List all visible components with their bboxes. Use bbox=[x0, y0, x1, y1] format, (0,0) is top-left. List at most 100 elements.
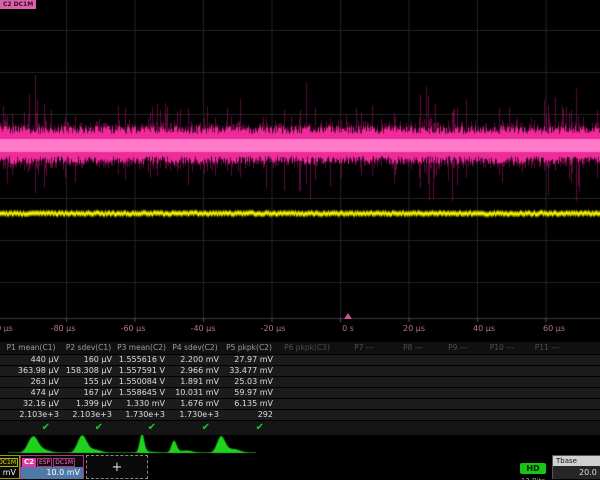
stats-cell bbox=[276, 399, 338, 409]
timebase-descriptor[interactable]: Tbase 20.0 µs/div bbox=[552, 455, 600, 479]
tbase-label: Tbase bbox=[553, 456, 600, 466]
stats-cell bbox=[480, 377, 524, 387]
stats-cell: 440 µV bbox=[0, 355, 62, 365]
c2-channel-label: C2 bbox=[22, 458, 36, 467]
stats-cell bbox=[338, 377, 390, 387]
stats-cell: 1.891 mV bbox=[168, 377, 222, 387]
stats-cell bbox=[276, 377, 338, 387]
status-check-icon bbox=[390, 421, 436, 435]
status-check-icon bbox=[480, 421, 524, 435]
stats-cell: 33.477 mV bbox=[222, 366, 276, 376]
status-check-icon: ✔ bbox=[168, 421, 222, 435]
status-check-icon bbox=[338, 421, 390, 435]
stats-cell: 1.555616 V bbox=[115, 355, 168, 365]
measurement-header-p8[interactable]: P8 --- bbox=[390, 342, 436, 354]
status-check-icon: ✔ bbox=[222, 421, 276, 435]
stats-cell bbox=[338, 410, 390, 420]
stats-cell: 1.557591 V bbox=[115, 366, 168, 376]
stats-cell bbox=[436, 355, 480, 365]
stats-cell bbox=[390, 388, 436, 398]
stats-cell: 25.03 mV bbox=[222, 377, 276, 387]
plus-icon: + bbox=[112, 460, 123, 475]
measurement-header-p5[interactable]: P5 pkpk(C2) bbox=[222, 342, 276, 354]
measurement-header-p6[interactable]: P6 pkpk(C3) bbox=[276, 342, 338, 354]
stats-cell: 1.330 mV bbox=[115, 399, 168, 409]
channel-descriptor-c1[interactable]: DC1M 10.0 mV bbox=[0, 455, 20, 479]
oscilloscope-screen: C2 DC1M -100 µs-80 µs-60 µs-40 µs-20 µs0… bbox=[0, 0, 600, 480]
measurement-header-p3[interactable]: P3 mean(C2) bbox=[115, 342, 168, 354]
stats-cell bbox=[524, 388, 570, 398]
stats-cell: 474 µV bbox=[0, 388, 62, 398]
stats-cell bbox=[480, 410, 524, 420]
time-axis-label: 20 µs bbox=[403, 323, 425, 334]
stats-cell bbox=[524, 355, 570, 365]
stats-cell: 1.676 mV bbox=[168, 399, 222, 409]
stats-cell bbox=[338, 366, 390, 376]
time-axis-label: 60 µs bbox=[543, 323, 565, 334]
stats-cell: 32.16 µV bbox=[0, 399, 62, 409]
stats-cell bbox=[338, 399, 390, 409]
stats-cell: 1.730e+3 bbox=[115, 410, 168, 420]
measurement-header-p9[interactable]: P9 --- bbox=[436, 342, 480, 354]
stats-cell bbox=[524, 366, 570, 376]
tbase-value: 20.0 µs/div bbox=[553, 466, 600, 479]
c2-coupling-badge: DC1M bbox=[53, 458, 75, 467]
time-axis-label: -80 µs bbox=[51, 323, 76, 334]
stats-cell: 1.730e+3 bbox=[168, 410, 222, 420]
stats-cell: 2.103e+3 bbox=[0, 410, 62, 420]
channel-descriptor-c2[interactable]: C2 ESP DC1M 10.0 mV bbox=[20, 455, 84, 479]
stats-cell bbox=[390, 410, 436, 420]
measurement-header-p4[interactable]: P4 sdev(C2) bbox=[168, 342, 222, 354]
stats-cell: 158.308 µV bbox=[62, 366, 115, 376]
stats-cell: 1.399 µV bbox=[62, 399, 115, 409]
status-check-icon bbox=[276, 421, 338, 435]
hd-indicator: HD 12 Bits bbox=[515, 456, 551, 480]
stats-cell bbox=[276, 410, 338, 420]
status-check-icon: ✔ bbox=[0, 421, 62, 435]
c1-vdiv-value: 10.0 mV bbox=[0, 467, 19, 479]
c1-coupling-badge: DC1M bbox=[0, 458, 18, 467]
measurement-header-p1[interactable]: P1 mean(C1) bbox=[0, 342, 62, 354]
time-axis: -100 µs-80 µs-60 µs-40 µs-20 µs0 s20 µs4… bbox=[0, 323, 600, 334]
time-axis-label: -40 µs bbox=[191, 323, 216, 334]
stats-cell bbox=[276, 355, 338, 365]
stats-cell: 10.031 mV bbox=[168, 388, 222, 398]
stats-cell bbox=[276, 388, 338, 398]
trigger-time-marker-icon[interactable] bbox=[344, 313, 352, 319]
stats-cell: 27.97 mV bbox=[222, 355, 276, 365]
status-check-icon bbox=[524, 421, 570, 435]
stats-cell bbox=[436, 399, 480, 409]
stats-cell: 263 µV bbox=[0, 377, 62, 387]
stats-cell bbox=[524, 399, 570, 409]
stats-cell: 155 µV bbox=[62, 377, 115, 387]
stats-cell bbox=[436, 366, 480, 376]
measurement-header-p7[interactable]: P7 --- bbox=[338, 342, 390, 354]
hd-badge: HD bbox=[520, 463, 545, 474]
stats-cell: 2.200 mV bbox=[168, 355, 222, 365]
time-axis-label: -20 µs bbox=[261, 323, 286, 334]
stats-cell bbox=[480, 388, 524, 398]
measurement-table: P1 mean(C1)P2 sdev(C1)P3 mean(C2)P4 sdev… bbox=[0, 342, 600, 436]
stats-cell: 2.103e+3 bbox=[62, 410, 115, 420]
time-axis-label: -60 µs bbox=[121, 323, 146, 334]
stats-cell bbox=[390, 377, 436, 387]
measurement-header-p2[interactable]: P2 sdev(C1) bbox=[62, 342, 115, 354]
stats-cell bbox=[436, 410, 480, 420]
stats-cell bbox=[390, 355, 436, 365]
stats-cell: 167 µV bbox=[62, 388, 115, 398]
add-trace-button[interactable]: + bbox=[86, 455, 148, 479]
stats-cell bbox=[390, 399, 436, 409]
stats-cell bbox=[436, 388, 480, 398]
stats-cell bbox=[436, 377, 480, 387]
status-check-icon: ✔ bbox=[115, 421, 168, 435]
stats-cell bbox=[338, 388, 390, 398]
time-axis-label: 40 µs bbox=[473, 323, 495, 334]
status-check-icon: ✔ bbox=[62, 421, 115, 435]
c2-vdiv-field[interactable]: 10.0 mV bbox=[21, 467, 83, 479]
measurement-header-p10[interactable]: P10 --- bbox=[480, 342, 524, 354]
time-axis-label: -100 µs bbox=[0, 323, 13, 334]
stats-cell bbox=[276, 366, 338, 376]
measurement-header-p11[interactable]: P11 --- bbox=[524, 342, 570, 354]
stats-cell bbox=[390, 366, 436, 376]
stats-cell: 59.97 mV bbox=[222, 388, 276, 398]
